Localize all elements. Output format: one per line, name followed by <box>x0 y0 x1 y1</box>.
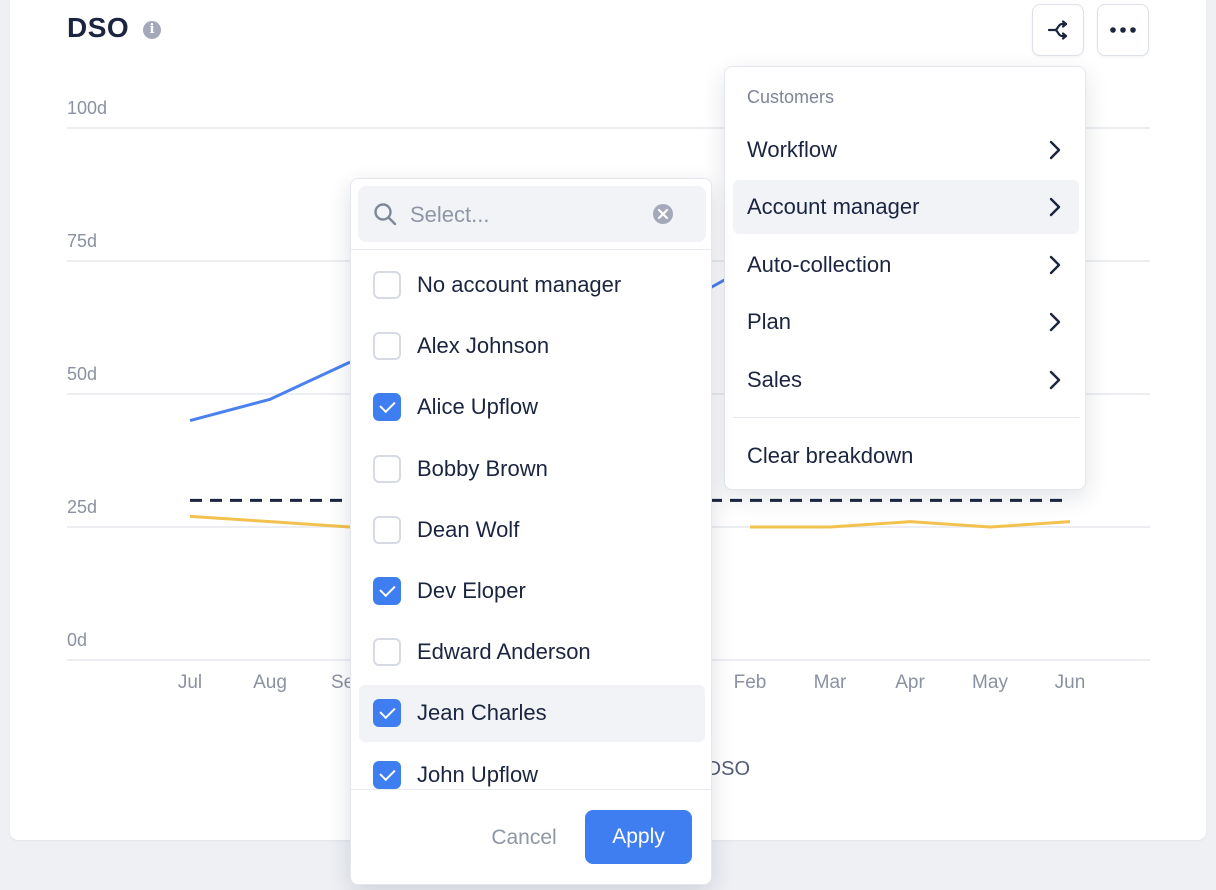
option-label: Edward Anderson <box>417 639 591 665</box>
option-label: Jean Charles <box>417 700 547 726</box>
checkbox[interactable] <box>373 515 401 544</box>
option-dev-eloper[interactable]: Dev Eloper <box>359 563 705 620</box>
search-input[interactable] <box>408 194 648 236</box>
x-tick-label: Mar <box>814 672 847 693</box>
list-divider <box>351 249 711 250</box>
x-tick-label: Feb <box>734 672 767 693</box>
search-icon <box>374 203 397 226</box>
x-tick-label: Jun <box>1055 672 1086 693</box>
chevron-right-icon <box>1049 255 1061 275</box>
apply-button[interactable]: Apply <box>585 810 692 864</box>
x-tick-label: Apr <box>895 672 925 693</box>
chevron-right-icon <box>1049 370 1061 390</box>
menu-item-label: Auto-collection <box>747 252 892 277</box>
cancel-button[interactable]: Cancel <box>469 813 579 863</box>
account-manager-dropdown: No account manager Alex Johnson Alice Upfl… <box>350 178 712 885</box>
clear-circle-icon[interactable] <box>652 203 674 225</box>
menu-item-label: Account manager <box>747 194 920 219</box>
menu-divider <box>733 417 1079 418</box>
option-label: Bobby Brown <box>417 455 548 481</box>
menu-section-label: Customers <box>747 87 835 107</box>
checkbox-checked[interactable] <box>373 760 401 789</box>
series-line-1 <box>750 520 1071 529</box>
menu-item-label: Workflow <box>747 137 838 162</box>
chevron-right-icon <box>1049 312 1061 332</box>
menu-item-workflow[interactable]: Workflow <box>733 123 1079 177</box>
y-tick-label: 50d <box>67 364 97 384</box>
option-no-account-manager[interactable]: No account manager <box>359 257 705 314</box>
breakdown-menu: Customers Workflow Account manager Auto-co… <box>724 66 1086 490</box>
option-jean-charles[interactable]: Jean Charles <box>359 685 705 743</box>
option-alex-johnson[interactable]: Alex Johnson <box>359 318 705 375</box>
checkbox[interactable] <box>373 454 401 483</box>
option-label: John Upflow <box>417 761 539 787</box>
y-tick-label: 100d <box>67 98 107 118</box>
option-bobby-brown[interactable]: Bobby Brown <box>359 441 705 498</box>
option-alice-upflow[interactable]: Alice Upflow <box>359 379 705 436</box>
y-tick-label: 25d <box>67 497 97 517</box>
footer-divider <box>351 789 711 790</box>
chevron-right-icon <box>1049 197 1061 217</box>
option-list[interactable]: No account manager Alex Johnson Alice Upfl… <box>351 254 711 790</box>
checkbox[interactable] <box>373 332 401 361</box>
x-tick-label: Aug <box>253 672 287 693</box>
clear-breakdown-item[interactable]: Clear breakdown <box>733 429 1079 483</box>
checkbox[interactable] <box>373 271 401 299</box>
option-label: Alex Johnson <box>417 333 550 359</box>
checkbox-checked[interactable] <box>373 699 401 728</box>
option-john-upflow[interactable]: John Upflow <box>359 747 705 790</box>
option-label: Dean Wolf <box>417 516 520 542</box>
checkbox[interactable] <box>373 638 401 667</box>
option-label: No account manager <box>417 272 622 297</box>
y-tick-label: 0d <box>67 630 87 650</box>
x-tick-label: May <box>972 672 1008 693</box>
menu-item-account-manager[interactable]: Account manager <box>733 180 1079 234</box>
checkbox-checked[interactable] <box>373 393 401 422</box>
chevron-right-icon <box>1049 140 1061 160</box>
search-box[interactable] <box>358 186 706 242</box>
clear-breakdown-label: Clear breakdown <box>747 443 914 468</box>
menu-item-sales[interactable]: Sales <box>733 353 1079 407</box>
series-line-0 <box>189 360 351 423</box>
option-dean-wolf[interactable]: Dean Wolf <box>359 502 705 559</box>
option-edward-anderson[interactable]: Edward Anderson <box>359 624 705 681</box>
series-line-1 <box>189 514 351 529</box>
checkbox-checked[interactable] <box>373 577 401 605</box>
option-label: Dev Eloper <box>417 578 526 603</box>
menu-item-plan[interactable]: Plan <box>733 295 1079 349</box>
y-tick-label: 75d <box>67 231 97 251</box>
menu-item-label: Sales <box>747 367 803 392</box>
option-label: Alice Upflow <box>417 394 539 420</box>
menu-item-label: Plan <box>747 309 792 334</box>
x-tick-label: Jul <box>178 672 202 693</box>
menu-item-auto-collection[interactable]: Auto-collection <box>733 238 1079 292</box>
